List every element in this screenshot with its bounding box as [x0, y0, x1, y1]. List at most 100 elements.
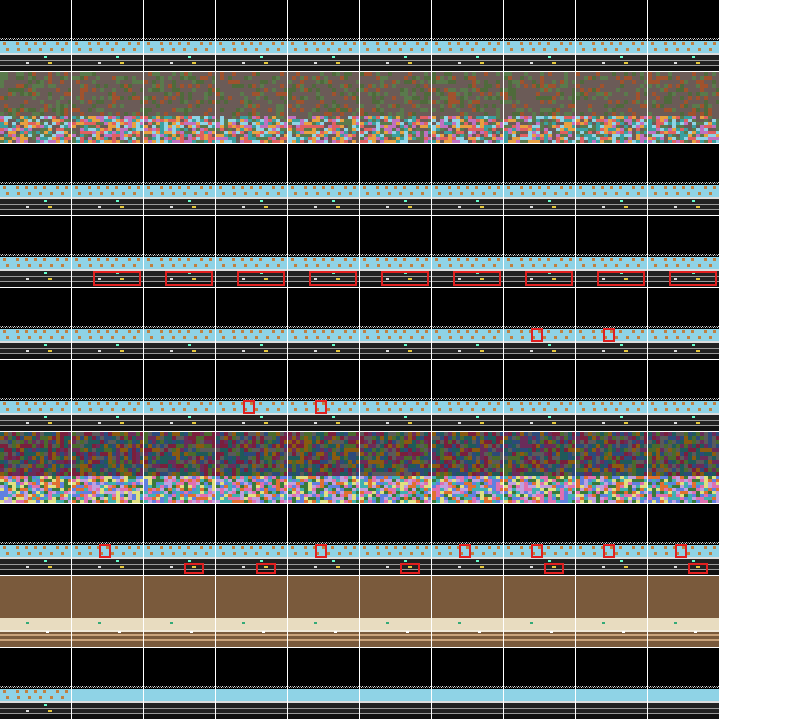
frame-prediction [72, 504, 143, 575]
error-highlight-box [93, 271, 141, 286]
frame-context [0, 648, 71, 719]
error-highlight-box [675, 544, 687, 558]
frame-prediction [288, 360, 359, 431]
error-highlight-box [525, 271, 573, 286]
frame-mask [72, 576, 143, 647]
frame-prediction [432, 648, 503, 719]
frame-mask [0, 576, 71, 647]
frame-prediction [360, 648, 431, 719]
error-highlight-box [256, 563, 276, 574]
error-highlight-box [381, 271, 429, 286]
frame-prediction [144, 288, 215, 359]
frame-mask [72, 432, 143, 503]
frame-prediction [576, 288, 647, 359]
frame-prediction [504, 288, 575, 359]
frame-prediction [144, 504, 215, 575]
frame-prediction [504, 360, 575, 431]
frame-prediction [288, 144, 359, 215]
frame-prediction [648, 504, 719, 575]
frame-prediction [432, 144, 503, 215]
error-highlight-box [531, 544, 543, 558]
frame-mask [216, 432, 287, 503]
frame-prediction [72, 360, 143, 431]
frame-mask [216, 72, 287, 143]
error-highlight-box [544, 563, 564, 574]
frame-prediction [216, 288, 287, 359]
frame-mask [360, 432, 431, 503]
frame-prediction [648, 648, 719, 719]
frame-mask [504, 432, 575, 503]
frame-ground-truth [432, 0, 503, 71]
frame-mask [0, 72, 71, 143]
frame-prediction [432, 504, 503, 575]
frame-mask [144, 576, 215, 647]
frame-ground-truth [288, 0, 359, 71]
frame-mask [288, 72, 359, 143]
frame-prediction [72, 648, 143, 719]
error-highlight-box [400, 563, 420, 574]
error-highlight-box [669, 271, 717, 286]
frame-mask [576, 432, 647, 503]
error-highlight-box [597, 271, 645, 286]
frame-mask [648, 432, 719, 503]
frame-mask [432, 576, 503, 647]
frame-prediction [144, 648, 215, 719]
frame-mask [216, 576, 287, 647]
frame-prediction [216, 360, 287, 431]
frame-prediction [648, 144, 719, 215]
frame-prediction [576, 360, 647, 431]
frame-mask [72, 72, 143, 143]
frame-context [0, 504, 71, 575]
frame-context [0, 360, 71, 431]
frame-context [0, 144, 71, 215]
frame-prediction [576, 144, 647, 215]
frame-mask [288, 576, 359, 647]
frame-mask [648, 72, 719, 143]
frame-prediction [216, 144, 287, 215]
frame-mask [432, 72, 503, 143]
frame-ground-truth [648, 0, 719, 71]
error-highlight-box [531, 328, 543, 342]
frame-ground-truth [576, 0, 647, 71]
frame-prediction [72, 144, 143, 215]
frame-prediction [504, 504, 575, 575]
frame-mask [144, 72, 215, 143]
frame-prediction [648, 288, 719, 359]
frame-mask [360, 72, 431, 143]
frame-ground-truth [0, 0, 71, 71]
frame-prediction [216, 648, 287, 719]
error-highlight-box [459, 544, 471, 558]
frame-mask [0, 432, 71, 503]
frame-ground-truth [72, 0, 143, 71]
frame-prediction [360, 288, 431, 359]
frame-ground-truth [360, 0, 431, 71]
frame-prediction [360, 360, 431, 431]
frame-prediction [216, 504, 287, 575]
error-highlight-box [603, 328, 615, 342]
frame-prediction [576, 504, 647, 575]
error-highlight-box [315, 400, 327, 414]
error-highlight-box [315, 544, 327, 558]
frame-prediction [648, 360, 719, 431]
frame-prediction [504, 144, 575, 215]
frame-mask [144, 432, 215, 503]
frame-prediction [360, 504, 431, 575]
frame-ground-truth [216, 0, 287, 71]
frame-prediction [360, 144, 431, 215]
frame-mask [576, 72, 647, 143]
frame-mask [432, 432, 503, 503]
frame-prediction [288, 648, 359, 719]
frame-ground-truth [144, 0, 215, 71]
error-highlight-box [99, 544, 111, 558]
frame-mask [504, 72, 575, 143]
error-highlight-box [243, 400, 255, 414]
error-highlight-box [165, 271, 213, 286]
frame-prediction [504, 648, 575, 719]
error-highlight-box [237, 271, 285, 286]
frame-mask [648, 576, 719, 647]
frame-prediction [72, 288, 143, 359]
frame-prediction [576, 648, 647, 719]
error-highlight-box [309, 271, 357, 286]
error-highlight-box [184, 563, 204, 574]
frame-mask [504, 576, 575, 647]
